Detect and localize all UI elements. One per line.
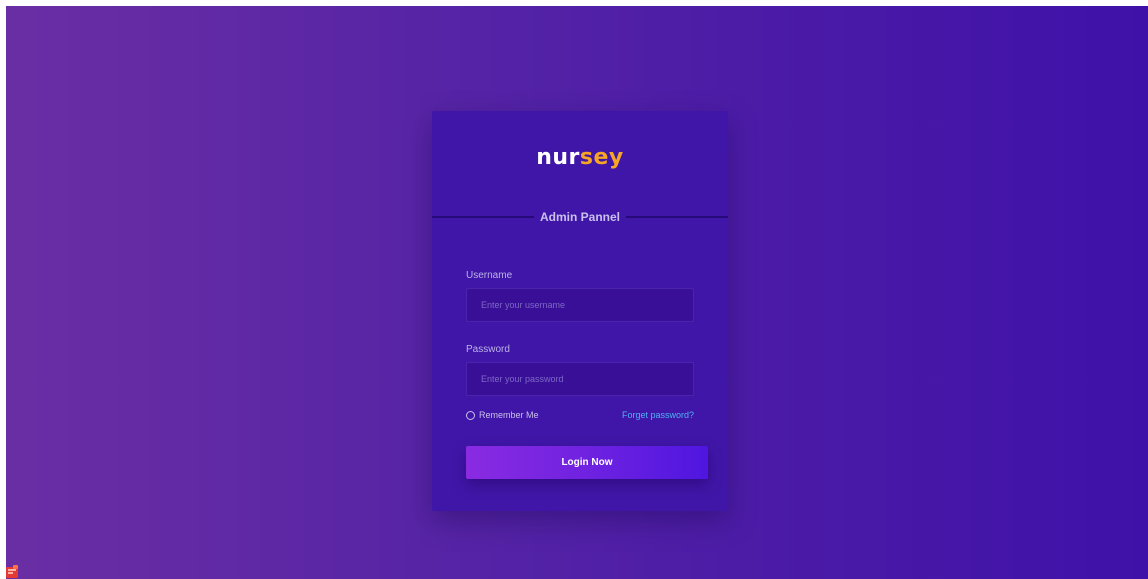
forgot-password-link[interactable]: Forget password? <box>622 409 694 421</box>
login-page-background: nursey Admin Pannel Username Password Re… <box>6 6 1148 579</box>
login-button[interactable]: Login Now <box>466 446 708 479</box>
app-badge-icon[interactable] <box>5 565 19 579</box>
remember-me-option[interactable]: Remember Me <box>466 409 539 421</box>
logo-text-accent: sey <box>579 145 624 170</box>
login-card: nursey Admin Pannel Username Password Re… <box>432 111 728 511</box>
brand-logo: nursey <box>432 145 728 171</box>
remember-me-label: Remember Me <box>479 410 539 420</box>
panel-title: Admin Pannel <box>533 207 627 227</box>
username-label: Username <box>466 270 513 281</box>
panel-title-divider: Admin Pannel <box>432 207 728 227</box>
password-label: Password <box>466 344 510 355</box>
username-input[interactable] <box>466 288 694 322</box>
remember-me-radio[interactable] <box>466 410 475 420</box>
password-input[interactable] <box>466 362 694 396</box>
logo-text-primary: nur <box>536 145 580 170</box>
